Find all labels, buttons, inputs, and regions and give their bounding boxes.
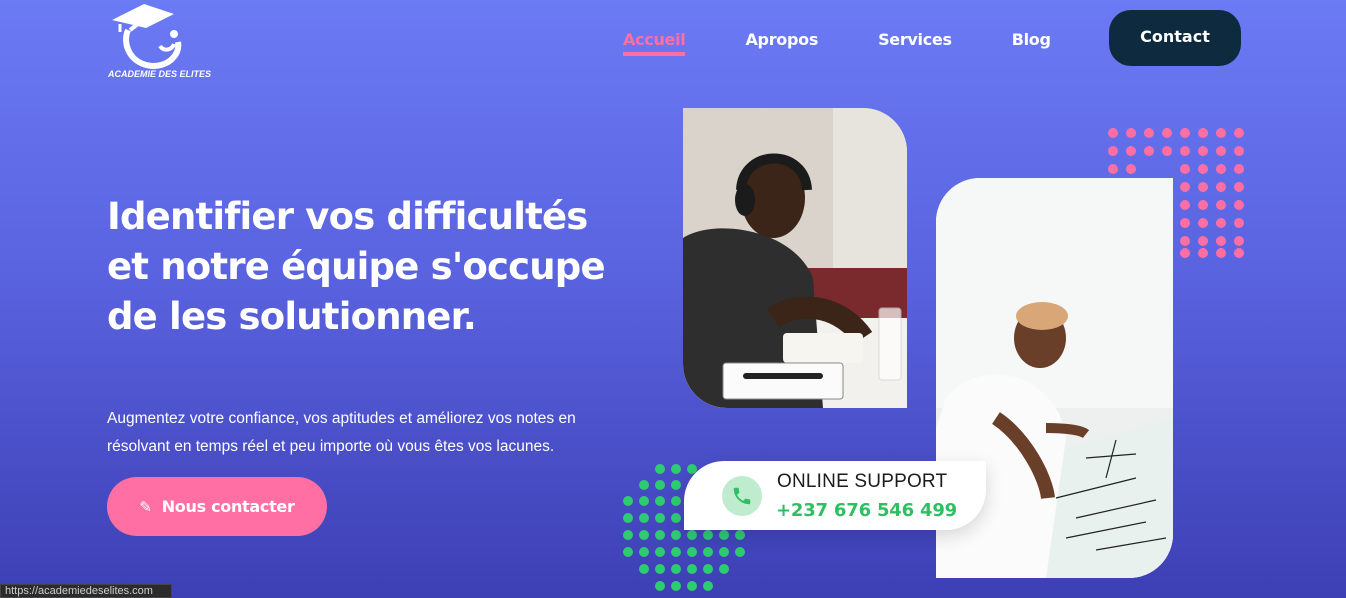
nav-item-services[interactable]: Services	[878, 30, 952, 56]
nav-item-accueil[interactable]: Accueil	[623, 30, 686, 56]
brand-name: ACADEMIE DES ELITES	[108, 69, 212, 79]
contact-button[interactable]: Contact	[1109, 10, 1241, 66]
brand-logo[interactable]: ACADEMIE DES ELITES	[106, 0, 216, 85]
phone-icon	[722, 476, 762, 516]
graduation-cap-logo-icon	[112, 4, 182, 70]
support-label: ONLINE SUPPORT	[777, 471, 948, 492]
support-phone-number[interactable]: +237 676 546 499	[776, 500, 957, 521]
student-photo	[683, 108, 907, 408]
edit-icon: ✎	[139, 497, 152, 516]
nav-item-blog[interactable]: Blog	[1012, 30, 1051, 56]
online-support-card[interactable]: ONLINE SUPPORT +237 676 546 499	[684, 461, 986, 530]
status-bar-url: https://academiedeselites.com	[0, 584, 172, 598]
contact-us-label: Nous contacter	[161, 497, 295, 516]
main-nav: Accueil Apropos Services Blog	[623, 30, 1051, 56]
nav-item-apropos[interactable]: Apropos	[745, 30, 818, 56]
hero-title: Identifier vos difficultés et notre équi…	[107, 195, 606, 338]
hero-subtitle: Augmentez votre confiance, vos aptitudes…	[107, 410, 576, 455]
contact-us-button[interactable]: ✎ Nous contacter	[107, 477, 327, 536]
